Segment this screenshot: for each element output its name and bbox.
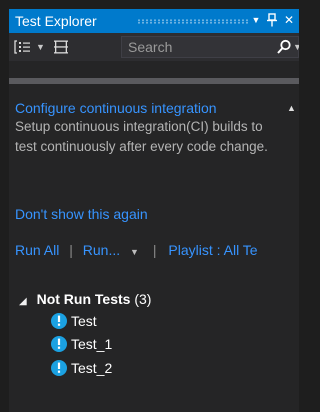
run-all-link[interactable]: Run All — [15, 242, 59, 258]
test-group-name: Not Run Tests — [36, 291, 131, 307]
search-icon[interactable] — [276, 39, 292, 60]
window-title: Test Explorer — [15, 13, 97, 29]
info-icon — [50, 312, 68, 330]
test-explorer-window: Test Explorer ▼ ✕ ▼ Search ▼ Configure c… — [9, 9, 299, 412]
pin-icon[interactable] — [264, 12, 280, 31]
info-icon — [50, 335, 68, 353]
playlist-icon[interactable] — [52, 39, 70, 55]
info-icon — [50, 359, 68, 377]
playlist-link[interactable]: Playlist : All Te — [168, 242, 257, 258]
window-position-dropdown[interactable]: ▼ — [249, 12, 263, 28]
dont-show-again-link[interactable]: Don't show this again — [15, 205, 148, 223]
action-separator: | — [69, 242, 73, 258]
test-group-row[interactable]: ◢ Not Run Tests (3) — [19, 290, 151, 311]
run-link[interactable]: Run... — [83, 242, 120, 258]
test-group-count: (3) — [134, 291, 152, 307]
search-options-dropdown[interactable]: ▼ — [293, 39, 299, 55]
drag-grip[interactable] — [137, 19, 249, 24]
search-input[interactable] — [128, 38, 258, 56]
test-name: Test_2 — [71, 360, 113, 376]
collapse-banner-button[interactable]: ▲ — [287, 101, 296, 115]
close-button[interactable]: ✕ — [282, 12, 296, 28]
test-name: Test — [71, 313, 97, 329]
progress-bar — [9, 78, 299, 84]
group-by-dropdown[interactable]: ▼ — [36, 39, 45, 55]
toolbar: ▼ ▼ — [9, 33, 299, 61]
run-dropdown[interactable]: ▼ — [130, 247, 139, 257]
action-bar: Run All | Run... ▼ | Playlist : All Te — [15, 241, 258, 261]
group-by-icon[interactable] — [14, 39, 32, 55]
configure-ci-link[interactable]: Configure continuous integration — [15, 99, 217, 117]
action-separator: | — [152, 242, 157, 258]
search-box[interactable]: ▼ — [121, 36, 299, 58]
banner-description: Setup continuous integration(CI) builds … — [15, 119, 268, 154]
expand-icon[interactable]: ◢ — [19, 296, 27, 307]
title-bar[interactable]: Test Explorer ▼ ✕ — [9, 9, 299, 33]
test-name: Test_1 — [71, 336, 113, 352]
